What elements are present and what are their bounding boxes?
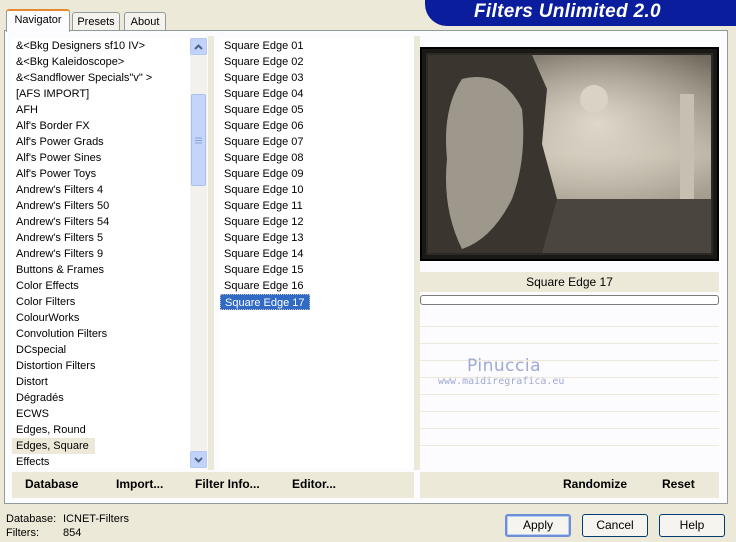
category-item[interactable]: Effects <box>12 454 190 468</box>
database-label: Database: <box>6 513 57 525</box>
category-item[interactable]: Alf's Power Toys <box>12 166 190 182</box>
filter-item[interactable]: Square Edge 13 <box>220 230 414 246</box>
tab-navigator[interactable]: Navigator <box>6 9 70 32</box>
filter-item[interactable]: Square Edge 10 <box>220 182 414 198</box>
preview-scene <box>418 45 721 263</box>
category-item[interactable]: &<Sandflower Specials"v" > <box>12 70 190 86</box>
filter-item[interactable]: Square Edge 12 <box>220 214 414 230</box>
reset-button[interactable]: Reset <box>662 477 695 491</box>
filter-item[interactable]: Square Edge 05 <box>220 102 414 118</box>
filter-info-button[interactable]: Filter Info... <box>195 477 260 491</box>
chevron-down-icon <box>194 456 203 463</box>
filter-item[interactable]: Square Edge 15 <box>220 262 414 278</box>
category-item[interactable]: &<Bkg Designers sf10 IV> <box>12 38 190 54</box>
category-item[interactable]: Distort <box>12 374 190 390</box>
progress-bar <box>420 295 719 305</box>
category-item[interactable]: [AFS IMPORT] <box>12 86 190 102</box>
filters-count: 854 <box>63 527 82 539</box>
cancel-button[interactable]: Cancel <box>582 514 648 537</box>
scroll-up-button[interactable] <box>190 38 207 55</box>
filter-item[interactable]: Square Edge 01 <box>220 38 414 54</box>
column-divider <box>208 36 214 470</box>
category-item[interactable]: Andrew's Filters 54 <box>12 214 190 230</box>
filter-item[interactable]: Square Edge 17 <box>220 294 310 310</box>
watermark-name: Pinuccia <box>467 356 541 376</box>
apply-button[interactable]: Apply <box>505 514 571 537</box>
watermark-url: www.maidiregrafica.eu <box>438 376 565 387</box>
category-item[interactable]: Edges, Round <box>12 422 190 438</box>
filter-item[interactable]: Square Edge 02 <box>220 54 414 70</box>
filter-item[interactable]: Square Edge 08 <box>220 150 414 166</box>
category-item[interactable]: Color Filters <box>12 294 190 310</box>
database-value: ICNET-Filters <box>63 513 129 525</box>
category-scrollbar[interactable] <box>190 38 207 468</box>
lighthouse-shape <box>680 94 694 199</box>
category-item[interactable]: Edges, Square <box>12 438 95 454</box>
category-item[interactable]: Alf's Power Sines <box>12 150 190 166</box>
category-item[interactable]: ECWS <box>12 406 190 422</box>
category-item[interactable]: Andrew's Filters 50 <box>12 198 190 214</box>
category-item[interactable]: Dégradés <box>12 390 190 406</box>
category-item[interactable]: Andrew's Filters 4 <box>12 182 190 198</box>
editor-button[interactable]: Editor... <box>292 477 336 491</box>
filter-item[interactable]: Square Edge 06 <box>220 118 414 134</box>
filter-list[interactable]: Square Edge 01 Square Edge 02 Square Edge … <box>220 38 414 468</box>
category-item[interactable]: Andrew's Filters 9 <box>12 246 190 262</box>
help-button[interactable]: Help <box>659 514 725 537</box>
category-item[interactable]: Convolution Filters <box>12 326 190 342</box>
category-item[interactable]: ColourWorks <box>12 310 190 326</box>
parameter-area <box>420 310 719 466</box>
preview-filter-name: Square Edge 17 <box>420 272 719 292</box>
tab-presets[interactable]: Presets <box>72 12 120 32</box>
filter-item[interactable]: Square Edge 14 <box>220 246 414 262</box>
category-item[interactable]: Color Effects <box>12 278 190 294</box>
scroll-thumb[interactable] <box>191 94 206 186</box>
import-button[interactable]: Import... <box>116 477 163 491</box>
filter-item[interactable]: Square Edge 11 <box>220 198 414 214</box>
category-item[interactable]: Alf's Border FX <box>12 118 190 134</box>
category-item[interactable]: Alf's Power Grads <box>12 134 190 150</box>
filter-item[interactable]: Square Edge 04 <box>220 86 414 102</box>
randomize-button[interactable]: Randomize <box>563 477 627 491</box>
grip-icon <box>195 137 202 143</box>
category-item[interactable]: &<Bkg Kaleidoscope> <box>12 54 190 70</box>
database-button[interactable]: Database <box>25 477 78 491</box>
filter-item[interactable]: Square Edge 03 <box>220 70 414 86</box>
filter-item[interactable]: Square Edge 07 <box>220 134 414 150</box>
category-item[interactable]: Distortion Filters <box>12 358 190 374</box>
filter-item[interactable]: Square Edge 09 <box>220 166 414 182</box>
moon-shape <box>580 85 608 113</box>
filters-label: Filters: <box>6 527 39 539</box>
category-item[interactable]: Buttons & Frames <box>12 262 190 278</box>
tab-about[interactable]: About <box>124 12 166 32</box>
category-list[interactable]: &<Bkg Designers sf10 IV> &<Bkg Kaleidosco… <box>12 38 190 468</box>
app-title: Filters Unlimited 2.0 <box>474 1 661 22</box>
filter-item[interactable]: Square Edge 16 <box>220 278 414 294</box>
category-item[interactable]: AFH <box>12 102 190 118</box>
category-item[interactable]: DCspecial <box>12 342 190 358</box>
preview-image <box>418 45 721 263</box>
scroll-down-button[interactable] <box>190 451 207 468</box>
chevron-up-icon <box>194 43 203 50</box>
category-item[interactable]: Andrew's Filters 5 <box>12 230 190 246</box>
